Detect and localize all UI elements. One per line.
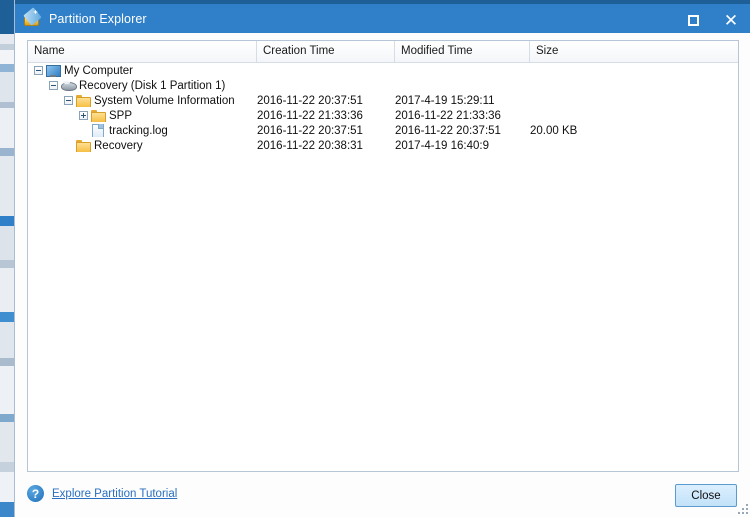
drive-icon bbox=[61, 79, 77, 92]
table-row[interactable]: tracking.log 2016-11-22 20:37:51 2016-11-2… bbox=[28, 123, 738, 138]
item-label: Recovery bbox=[94, 139, 143, 152]
file-tree-body: My Computer Recovery (Disk 1 Partition 1)… bbox=[28, 63, 738, 153]
background-segment bbox=[0, 148, 14, 156]
close-window-button[interactable]: ✕ bbox=[712, 4, 750, 37]
cell-created: 2016-11-22 20:38:31 bbox=[257, 139, 363, 152]
cell-name: My Computer bbox=[28, 64, 257, 77]
background-segment bbox=[0, 72, 14, 102]
cell-modified: 2016-11-22 21:33:36 bbox=[395, 109, 501, 122]
maximize-button[interactable] bbox=[674, 4, 712, 37]
cell-modified: 2017-4-19 16:40:9 bbox=[395, 139, 489, 152]
cell-name: Recovery bbox=[28, 139, 257, 152]
background-segment bbox=[0, 422, 14, 462]
expand-icon[interactable] bbox=[79, 111, 88, 120]
computer-icon bbox=[46, 64, 61, 77]
dialog-footer: ? Explore Partition Tutorial Close bbox=[15, 478, 750, 517]
column-header-modified-time[interactable]: Modified Time bbox=[395, 41, 530, 62]
background-segment bbox=[0, 502, 14, 517]
close-button[interactable]: Close bbox=[675, 484, 737, 507]
background-segment bbox=[0, 64, 14, 72]
partition-wizard-icon bbox=[23, 6, 42, 28]
cell-created: 2016-11-22 20:37:51 bbox=[257, 124, 363, 137]
background-segment bbox=[0, 260, 14, 268]
background-segment bbox=[0, 366, 14, 414]
item-label: SPP bbox=[109, 109, 133, 122]
window-title: Partition Explorer bbox=[49, 11, 147, 26]
collapse-icon[interactable] bbox=[34, 66, 43, 75]
item-label: Recovery (Disk 1 Partition 1) bbox=[79, 79, 226, 92]
file-icon bbox=[91, 124, 105, 137]
background-segment bbox=[0, 108, 14, 148]
item-label: My Computer bbox=[64, 64, 134, 77]
background-segment bbox=[0, 462, 14, 472]
table-row[interactable]: Recovery (Disk 1 Partition 1) bbox=[28, 78, 738, 93]
help-circle-icon[interactable]: ? bbox=[27, 485, 44, 502]
column-header-row: Name Creation Time Modified Time Size bbox=[28, 41, 738, 63]
background-segment bbox=[0, 472, 14, 502]
background-segment bbox=[0, 268, 14, 312]
table-row[interactable]: My Computer bbox=[28, 63, 738, 78]
cell-name: tracking.log bbox=[28, 124, 257, 137]
maximize-icon bbox=[687, 15, 699, 26]
background-window-strip bbox=[0, 0, 14, 517]
window-controls: ✕ bbox=[674, 4, 750, 37]
table-row[interactable]: System Volume Information 2016-11-22 20:3… bbox=[28, 93, 738, 108]
close-icon: ✕ bbox=[723, 11, 739, 30]
background-segment bbox=[0, 322, 14, 358]
column-header-size[interactable]: Size bbox=[530, 41, 738, 62]
resize-grip[interactable] bbox=[738, 504, 749, 515]
collapse-icon[interactable] bbox=[49, 81, 58, 90]
folder-icon bbox=[91, 109, 106, 122]
collapse-icon[interactable] bbox=[64, 96, 73, 105]
cell-modified: 2016-11-22 20:37:51 bbox=[395, 124, 501, 137]
explore-partition-tutorial-link[interactable]: Explore Partition Tutorial bbox=[52, 488, 177, 500]
file-tree-panel[interactable]: Name Creation Time Modified Time Size My… bbox=[27, 40, 739, 472]
partition-explorer-dialog: Partition Explorer ✕ Name Creation Time … bbox=[14, 0, 750, 517]
background-segment bbox=[0, 226, 14, 260]
background-segment bbox=[0, 50, 14, 64]
cell-modified: 2017-4-19 15:29:11 bbox=[395, 94, 495, 107]
cell-created: 2016-11-22 20:37:51 bbox=[257, 94, 363, 107]
table-row[interactable]: SPP 2016-11-22 21:33:36 2016-11-22 21:33:3… bbox=[28, 108, 738, 123]
table-row[interactable]: Recovery 2016-11-22 20:38:31 2017-4-19 16:… bbox=[28, 138, 738, 153]
cell-name: SPP bbox=[28, 109, 257, 122]
background-segment bbox=[0, 156, 14, 216]
folder-icon bbox=[76, 94, 91, 107]
cell-created: 2016-11-22 21:33:36 bbox=[257, 109, 363, 122]
help-area: ? Explore Partition Tutorial bbox=[27, 485, 177, 502]
background-segment bbox=[0, 216, 14, 226]
cell-size: 20.00 KB bbox=[530, 124, 578, 137]
folder-icon bbox=[76, 139, 91, 152]
title-bar[interactable]: Partition Explorer ✕ bbox=[15, 0, 750, 33]
column-header-creation-time[interactable]: Creation Time bbox=[257, 41, 395, 62]
item-label: tracking.log bbox=[109, 124, 168, 137]
background-segment bbox=[0, 312, 14, 322]
background-segment bbox=[0, 34, 14, 44]
cell-name: System Volume Information bbox=[28, 94, 257, 107]
background-segment bbox=[0, 414, 14, 422]
item-label: System Volume Information bbox=[94, 94, 235, 107]
background-segment bbox=[0, 0, 14, 34]
cell-name: Recovery (Disk 1 Partition 1) bbox=[28, 79, 257, 92]
background-segment bbox=[0, 358, 14, 366]
column-header-name[interactable]: Name bbox=[28, 41, 257, 62]
